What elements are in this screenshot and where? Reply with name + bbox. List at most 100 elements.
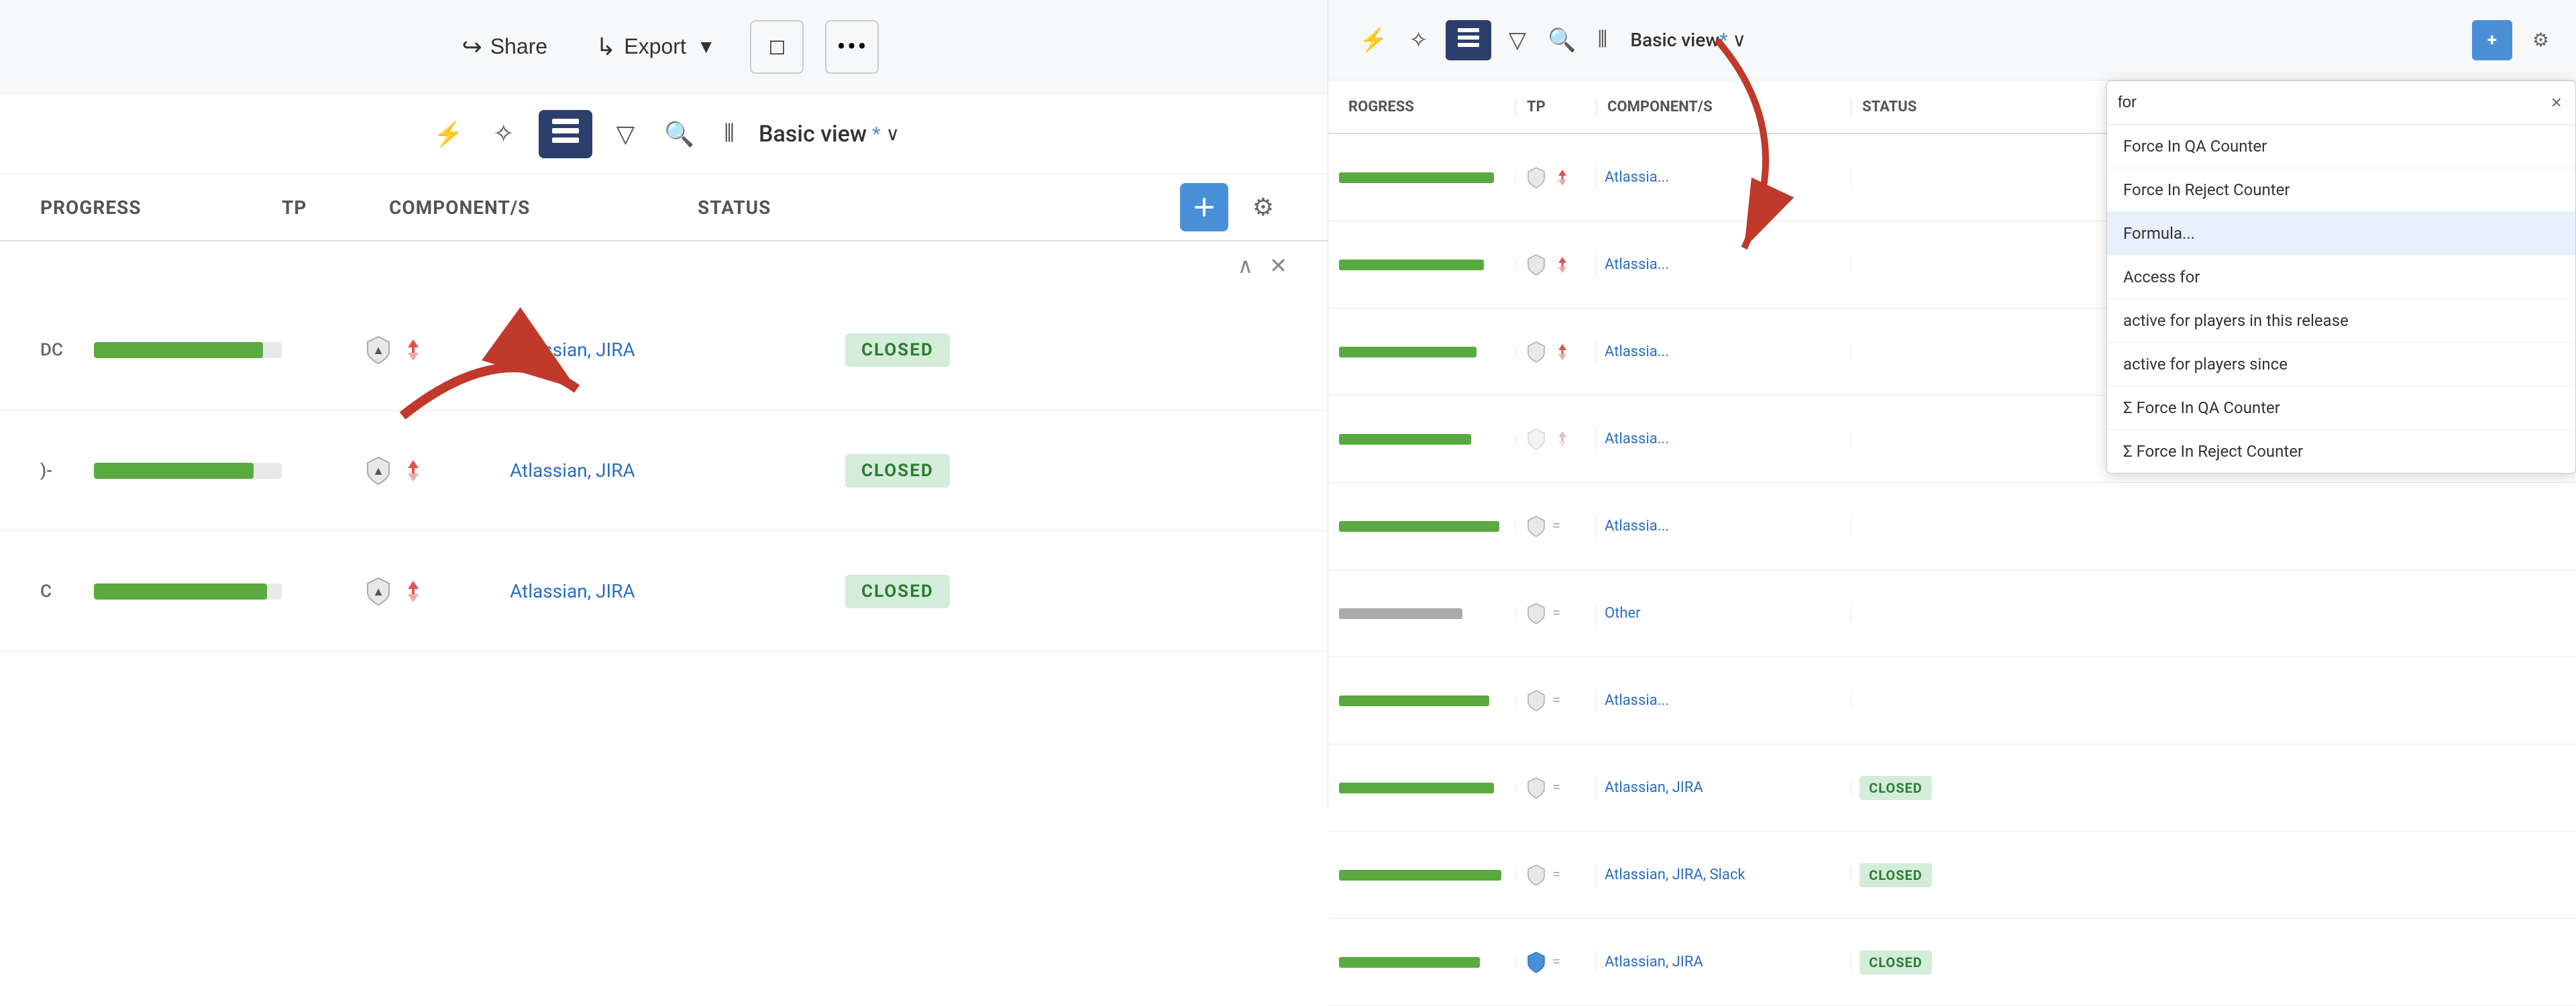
- dropdown-item-label: Formula...: [2123, 224, 2195, 243]
- dropdown-item-label: Σ Force In Reject Counter: [2123, 442, 2303, 461]
- right-basic-view-label[interactable]: Basic view* ∨: [1630, 29, 1746, 51]
- component-cell[interactable]: Atlassian, JIRA: [510, 459, 818, 482]
- dropdown-search-input[interactable]: [2118, 93, 2548, 112]
- right-tp-header: TP: [1516, 99, 1597, 115]
- right-tp-cell: =: [1516, 602, 1597, 626]
- priority-icon: [1552, 255, 1572, 275]
- export-icon: ↳: [596, 33, 616, 61]
- right-lightning-button[interactable]: ⚡: [1355, 23, 1391, 58]
- table-row: = Other: [1328, 570, 2576, 657]
- shield-icon: [1524, 863, 1548, 887]
- dropdown-item[interactable]: active for players in this release: [2107, 299, 2575, 343]
- dropdown-item-label: Force In QA Counter: [2123, 137, 2267, 156]
- shield-icon: [1524, 166, 1548, 190]
- row-prefix: C: [40, 581, 94, 602]
- window-icon-button[interactable]: □: [750, 20, 804, 74]
- dropdown-item-last[interactable]: Σ Force In Reject Counter: [2107, 430, 2575, 473]
- bars-icon: ⦀: [1597, 27, 1607, 52]
- right-progress-cell: [1328, 695, 1516, 706]
- dropdown-item-label: active for players since: [2123, 355, 2288, 374]
- table-row: = Atlassian, JIRA CLOSED: [1328, 919, 2576, 1006]
- status-badge: CLOSED: [1860, 776, 1932, 800]
- right-star-button[interactable]: ✧: [1405, 23, 1432, 58]
- basic-view-selector[interactable]: Basic view* ∨: [759, 121, 900, 148]
- dropdown-item[interactable]: Access for: [2107, 256, 2575, 299]
- dropdown-item[interactable]: active for players since: [2107, 343, 2575, 386]
- add-column-button[interactable]: [1180, 183, 1228, 231]
- table-row: DC ▲ Atlassian, JIRA CLOSED: [0, 290, 1328, 410]
- svg-text:▲: ▲: [372, 464, 384, 478]
- right-layers-button[interactable]: [1446, 20, 1491, 60]
- dropdown-item-label: active for players in this release: [2123, 311, 2349, 330]
- share-button[interactable]: ↪ Share: [449, 26, 561, 68]
- right-filter-button[interactable]: ▽: [1505, 23, 1530, 58]
- tp-cell: ▲: [362, 334, 496, 366]
- shield-icon: [1524, 427, 1548, 451]
- right-search-button[interactable]: 🔍: [1544, 23, 1580, 58]
- right-tp-cell: [1516, 340, 1597, 364]
- right-component-cell[interactable]: Atlassian, JIRA: [1597, 954, 1851, 970]
- right-settings-button[interactable]: ⚙: [2532, 29, 2549, 51]
- right-tp-cell: [1516, 253, 1597, 277]
- lightning-icon: ⚡: [1359, 27, 1387, 53]
- right-tp-cell: =: [1516, 776, 1597, 800]
- tp-cell: ▲: [362, 575, 496, 608]
- layers-button[interactable]: [539, 110, 592, 158]
- top-toolbar: ↪ Share ↳ Export ▼ □ •••: [0, 0, 1328, 94]
- tp-header: TP: [282, 197, 389, 219]
- priority-equals-icon: =: [1552, 867, 1560, 883]
- right-bars-button[interactable]: ⦀: [1593, 23, 1611, 57]
- dropdown-item[interactable]: Σ Force In QA Counter: [2107, 386, 2575, 430]
- share-label: Share: [490, 34, 547, 59]
- bars-button[interactable]: ⦀: [718, 114, 740, 154]
- right-tp-cell: =: [1516, 514, 1597, 539]
- export-button[interactable]: ↳ Export ▼: [582, 26, 729, 68]
- right-progress-cell: [1328, 783, 1516, 793]
- priority-equals-icon: =: [1552, 518, 1560, 535]
- star-button[interactable]: ✧: [488, 113, 520, 154]
- right-component-cell[interactable]: Other: [1597, 605, 1851, 622]
- right-component-cell[interactable]: Atlassia...: [1597, 431, 1851, 447]
- status-badge: CLOSED: [845, 454, 950, 488]
- progress-cell: [94, 583, 335, 600]
- search-button[interactable]: 🔍: [659, 115, 700, 154]
- search-icon: 🔍: [664, 120, 694, 148]
- component-cell[interactable]: Atlassian, JIRA: [510, 580, 818, 602]
- right-progress-cell: [1328, 521, 1516, 532]
- gear-icon: ⚙: [1252, 193, 1274, 221]
- lightning-button[interactable]: ⚡: [428, 115, 469, 154]
- priority-equals-icon: =: [1552, 605, 1560, 622]
- dropdown-close-button[interactable]: ×: [2548, 89, 2565, 116]
- filter-button[interactable]: ▽: [611, 115, 641, 154]
- right-component-cell[interactable]: Atlassia...: [1597, 343, 1851, 360]
- table-row: )- ▲ Atlassian, JIRA CLOSED: [0, 410, 1328, 531]
- component-cell[interactable]: Atlassian, JIRA: [510, 339, 818, 361]
- shield-icon: ▲: [362, 455, 394, 487]
- right-panel: ⚡ ✧ ▽ 🔍 ⦀ Basic view* ∨: [1328, 0, 2576, 807]
- star-icon: ✧: [493, 119, 515, 149]
- layers-icon: [1458, 28, 1479, 52]
- up-arrow-button[interactable]: ∧: [1238, 253, 1253, 278]
- filter-icon: ▽: [1509, 27, 1526, 53]
- filter-icon: ▽: [616, 120, 635, 148]
- right-component-header: Component/s: [1597, 99, 1851, 115]
- progress-bar-background: [94, 342, 282, 358]
- column-settings-button[interactable]: ⚙: [1239, 183, 1287, 231]
- dropdown-item-formula[interactable]: Formula...: [2107, 212, 2575, 256]
- status-badge: CLOSED: [845, 333, 950, 367]
- priority-equals-icon: =: [1552, 954, 1560, 970]
- dropdown-item[interactable]: Force In QA Counter: [2107, 125, 2575, 168]
- right-component-cell[interactable]: Atlassia...: [1597, 169, 1851, 186]
- priority-equals-icon: =: [1552, 692, 1560, 709]
- right-component-cell[interactable]: Atlassian, JIRA: [1597, 779, 1851, 796]
- right-component-cell[interactable]: Atlassia...: [1597, 518, 1851, 535]
- dropdown-item[interactable]: Force In Reject Counter: [2107, 168, 2575, 212]
- right-component-cell[interactable]: Atlassian, JIRA, Slack: [1597, 867, 1851, 883]
- right-component-cell[interactable]: Atlassia...: [1597, 692, 1851, 709]
- close-row-button[interactable]: ✕: [1269, 253, 1287, 278]
- component-header: Component/s: [389, 197, 698, 219]
- right-add-column-button[interactable]: +: [2472, 20, 2512, 60]
- chevron-up-icon: ∧: [1238, 254, 1253, 278]
- right-component-cell[interactable]: Atlassia...: [1597, 256, 1851, 273]
- more-options-button[interactable]: •••: [825, 20, 879, 74]
